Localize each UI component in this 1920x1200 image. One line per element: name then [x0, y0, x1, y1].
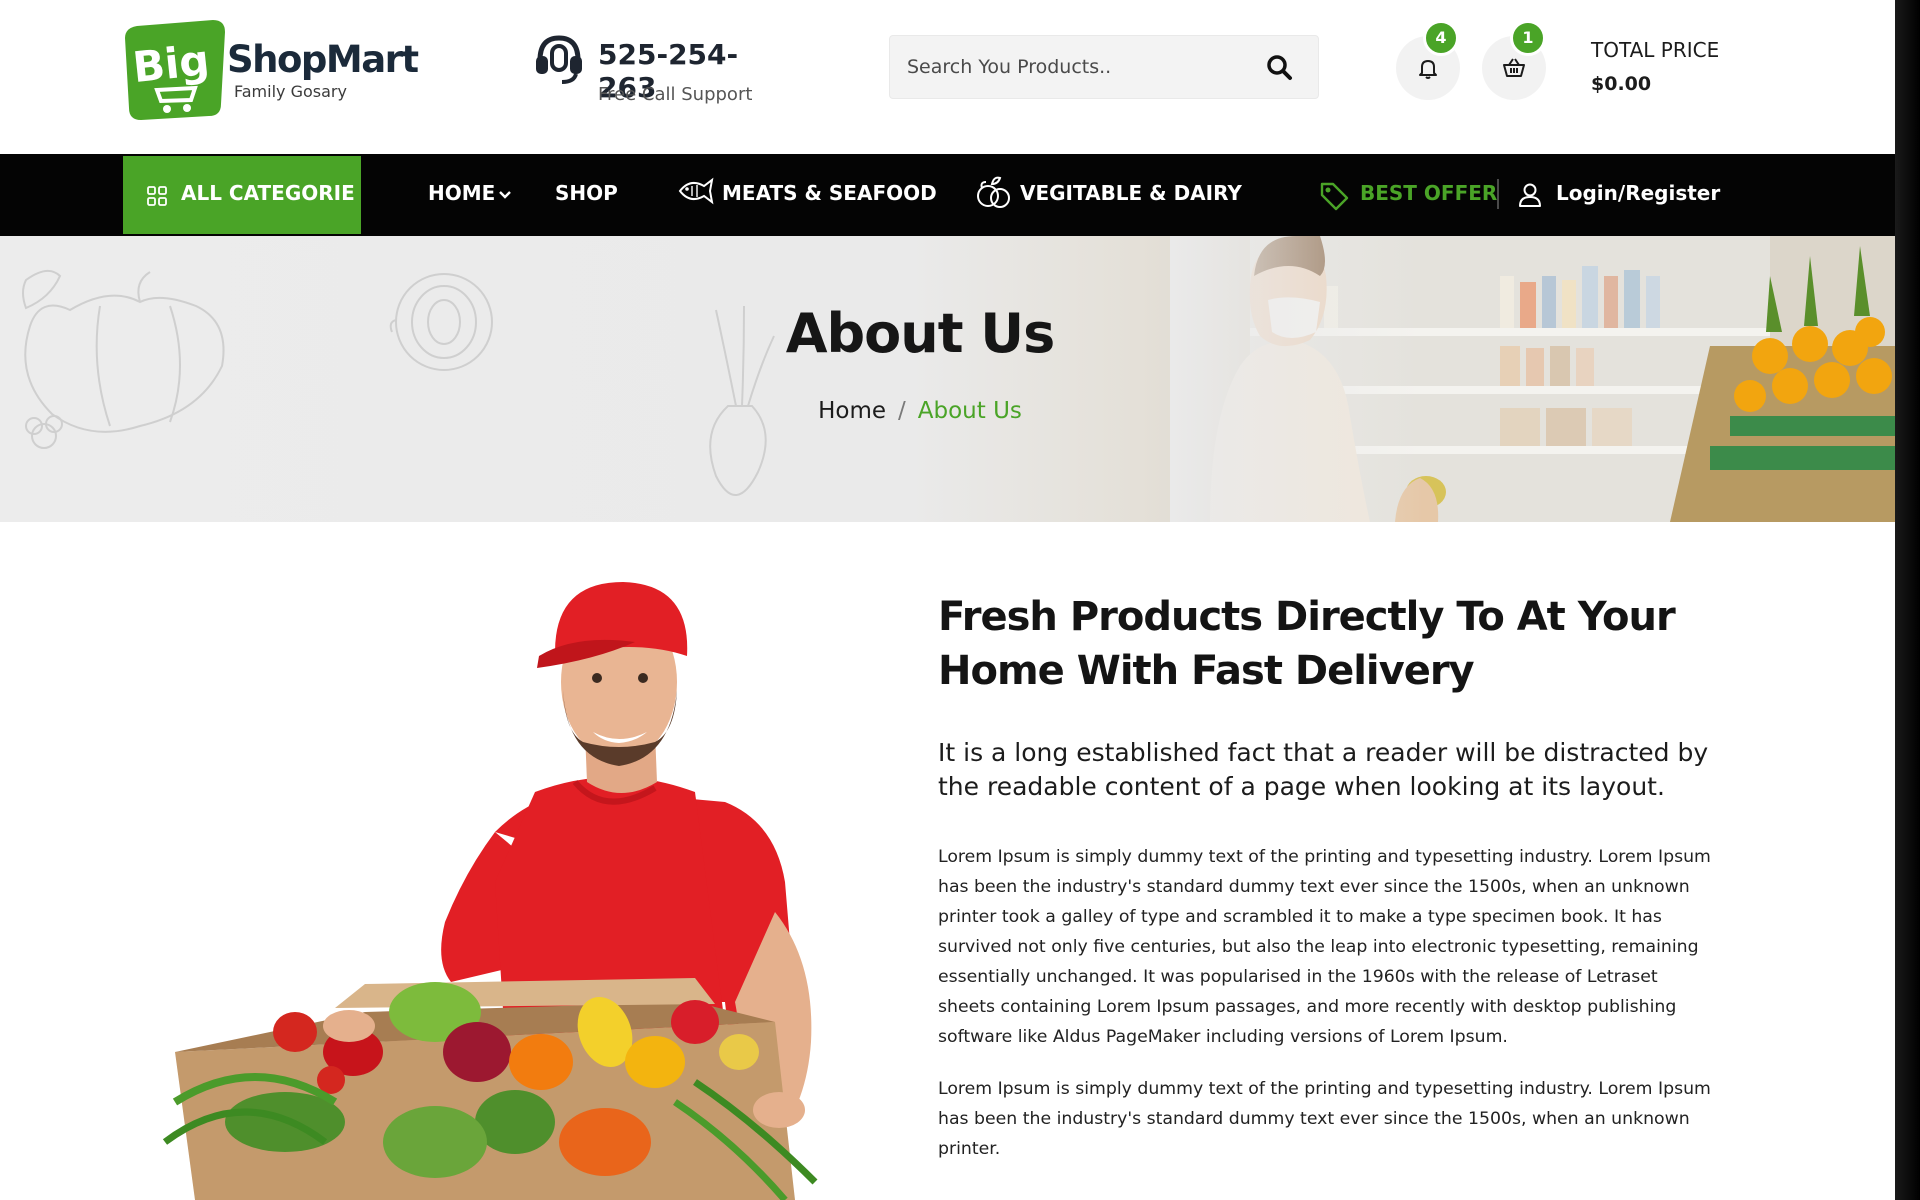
supermarket-background — [1170, 236, 1895, 522]
tag-icon — [1320, 182, 1349, 211]
window-edge — [1895, 0, 1920, 1200]
logo-name: ShopMart — [227, 38, 419, 81]
headset-icon — [536, 35, 582, 84]
breadcrumb-current: About Us — [917, 398, 1022, 424]
about-heading-line-2: Home With Fast Delivery — [938, 648, 1475, 694]
site-logo[interactable]: Big ShopMart Family Gosary — [123, 16, 423, 120]
vegetable-doodles — [22, 269, 775, 496]
about-heading: Fresh Products Directly To At Your Home … — [938, 590, 1718, 698]
about-lead-line-1: It is a long established fact that a rea… — [938, 738, 1709, 767]
logo-word: Big — [130, 35, 211, 92]
total-price-value: $0.00 — [1591, 73, 1652, 95]
about-paragraph-1: Lorem Ipsum is simply dummy text of the … — [938, 847, 1711, 1047]
bell-icon — [1419, 60, 1437, 79]
nav-divider — [1497, 179, 1499, 209]
page: Big ShopMart Family Gosary 525-254-263 F… — [0, 0, 1895, 1200]
nav-home[interactable]: HOME — [428, 181, 495, 205]
all-categories-label: ALL CATEGORIE — [181, 181, 355, 205]
logo-badge: Big — [125, 20, 225, 120]
search-icon[interactable] — [1262, 50, 1298, 86]
user-icon — [1519, 183, 1541, 207]
nav-shop[interactable]: SHOP — [555, 181, 618, 205]
about-lead: It is a long established fact that a rea… — [938, 736, 1718, 804]
cart-count-badge: 1 — [1510, 20, 1546, 56]
main-nav: ALL CATEGORIE HOME SHOP MEATS & SEAFOOD … — [0, 154, 1895, 236]
grid-icon — [147, 186, 167, 206]
page-title: About Us — [785, 302, 1056, 365]
fish-icon — [678, 177, 714, 205]
about-paragraph-2: Lorem Ipsum is simply dummy text of the … — [938, 1079, 1711, 1159]
search-input[interactable]: Search You Products.. — [907, 56, 1111, 78]
total-price-label: TOTAL PRICE — [1591, 38, 1720, 62]
chevron-down-icon[interactable] — [498, 190, 512, 200]
about-heading-line-1: Fresh Products Directly To At Your — [938, 594, 1676, 640]
about-lead-line-2: the readable content of a page when look… — [938, 772, 1665, 801]
site-header: Big ShopMart Family Gosary 525-254-263 F… — [0, 0, 1895, 154]
about-content: Fresh Products Directly To At Your Home … — [938, 590, 1718, 1164]
search-bar: Search You Products.. — [889, 35, 1319, 99]
breadcrumb: Home / About Us — [0, 398, 1840, 424]
breadcrumb-home[interactable]: Home — [818, 398, 886, 424]
breadcrumb-separator: / — [898, 398, 906, 424]
nav-vegetable-dairy[interactable]: VEGITABLE & DAIRY — [1020, 181, 1242, 205]
basket-icon — [1503, 58, 1525, 77]
support-label: Free Call Support — [598, 84, 753, 105]
page-banner: About Us Home / About Us — [0, 236, 1895, 522]
notifications-count-badge: 4 — [1423, 20, 1459, 56]
nav-login-register[interactable]: Login/Register — [1556, 181, 1720, 205]
vegetables-icon — [977, 176, 1010, 208]
delivery-man-image — [162, 582, 818, 1200]
call-support[interactable]: 525-254-263 Free Call Support — [534, 32, 794, 112]
nav-meats-seafood[interactable]: MEATS & SEAFOOD — [722, 181, 937, 205]
logo-tagline: Family Gosary — [234, 82, 347, 101]
all-categories-button[interactable]: ALL CATEGORIE — [123, 156, 361, 234]
nav-best-offer[interactable]: BEST OFFER — [1360, 181, 1497, 205]
